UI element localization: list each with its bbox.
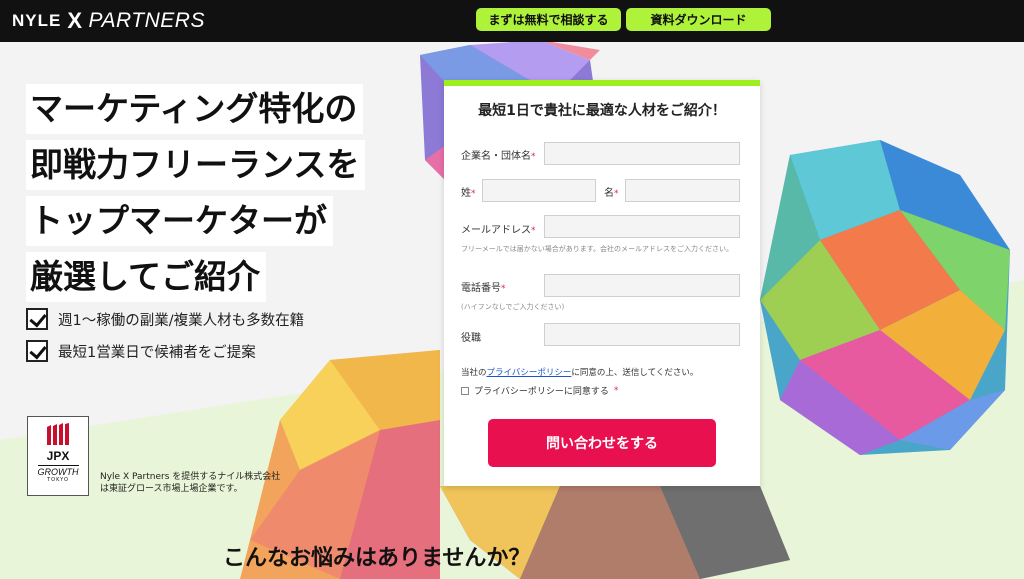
first-name-input[interactable]: [625, 179, 740, 202]
hero-line-2: 即戦力フリーランスを: [26, 140, 366, 190]
jpx-text: JPX: [46, 449, 70, 463]
jpx-growth-badge: JPX GROWTH TOKYO: [27, 416, 89, 496]
logo-nyle: NYLE: [12, 11, 62, 30]
position-label: 役職: [461, 333, 481, 344]
privacy-agree-checkbox[interactable]: [461, 386, 469, 395]
inquiry-form: 最短1日で貴社に最適な人材をご紹介！ 企業名・団体名* 姓* 名* メールアドレ…: [444, 80, 760, 486]
checklist-item: 最短1営業日で候補者をご提案: [26, 340, 304, 362]
jpx-logo-icon: [47, 423, 69, 445]
checklist-text: 最短1営業日で候補者をご提案: [58, 344, 256, 361]
last-name-input[interactable]: [482, 179, 596, 202]
email-input[interactable]: [544, 215, 740, 238]
privacy-policy-link[interactable]: プライバシーポリシー: [487, 368, 572, 378]
phone-note: (ハイフンなしでご入力ください): [461, 303, 565, 311]
phone-input[interactable]: [544, 274, 740, 297]
checklist-text: 週1〜稼働の副業/複業人材も多数在籍: [58, 312, 305, 329]
first-name-label: 名*: [604, 188, 619, 199]
email-note: フリーメールでは届かない場合があります。会社のメールアドレスをご入力ください。: [461, 245, 734, 253]
hero-line-4: 厳選してご紹介: [26, 252, 267, 302]
hero-line-3: トップマーケターが: [26, 196, 333, 246]
jpx-tokyo-text: TOKYO: [47, 477, 69, 483]
feature-checklist: 週1〜稼働の副業/複業人材も多数在籍 最短1営業日で候補者をご提案: [26, 308, 304, 372]
privacy-agree-label: プライバシーポリシーに同意する: [474, 387, 609, 397]
company-input[interactable]: [544, 142, 740, 165]
privacy-notice: 当社のプライバシーポリシーに同意の上、送信してください。: [461, 368, 699, 378]
listing-note-line-2: は東証グロース市場上場企業です。: [100, 484, 243, 494]
hero-headline: マーケティング特化の 即戦力フリーランスを トップマーケターが 厳選してご紹介: [26, 84, 366, 308]
top-navigation-bar: NYLE X PARTNERS まずは無料で相談する 資料ダウンロード: [0, 0, 1024, 42]
form-title: 最短1日で貴社に最適な人材をご紹介！: [478, 103, 726, 119]
section-heading-question: こんなお悩みはありませんか？: [223, 546, 531, 571]
submit-inquiry-button[interactable]: 問い合わせをする: [488, 419, 716, 467]
checklist-item: 週1〜稼働の副業/複業人材も多数在籍: [26, 308, 304, 330]
download-materials-button[interactable]: 資料ダウンロード: [626, 8, 771, 31]
last-name-label: 姓*: [461, 188, 476, 199]
company-label: 企業名・団体名*: [461, 151, 536, 162]
checkmark-icon: [26, 308, 48, 330]
position-input[interactable]: [544, 323, 740, 346]
phone-label: 電話番号*: [461, 283, 506, 294]
jpx-growth-text: GROWTH: [37, 465, 79, 477]
site-logo[interactable]: NYLE X PARTNERS: [12, 8, 205, 34]
privacy-agree-row[interactable]: プライバシーポリシーに同意する *: [461, 384, 618, 397]
logo-x: X: [67, 8, 83, 33]
logo-partners: PARTNERS: [88, 9, 205, 32]
checkmark-icon: [26, 340, 48, 362]
listing-note: Nyle X Partners を提供するナイル株式会社 は東証グロース市場上場…: [100, 471, 290, 495]
hero-line-1: マーケティング特化の: [26, 84, 364, 134]
free-consultation-button[interactable]: まずは無料で相談する: [476, 8, 621, 31]
email-label: メールアドレス*: [461, 225, 536, 236]
listing-note-line-1: Nyle X Partners を提供するナイル株式会社: [100, 472, 281, 482]
